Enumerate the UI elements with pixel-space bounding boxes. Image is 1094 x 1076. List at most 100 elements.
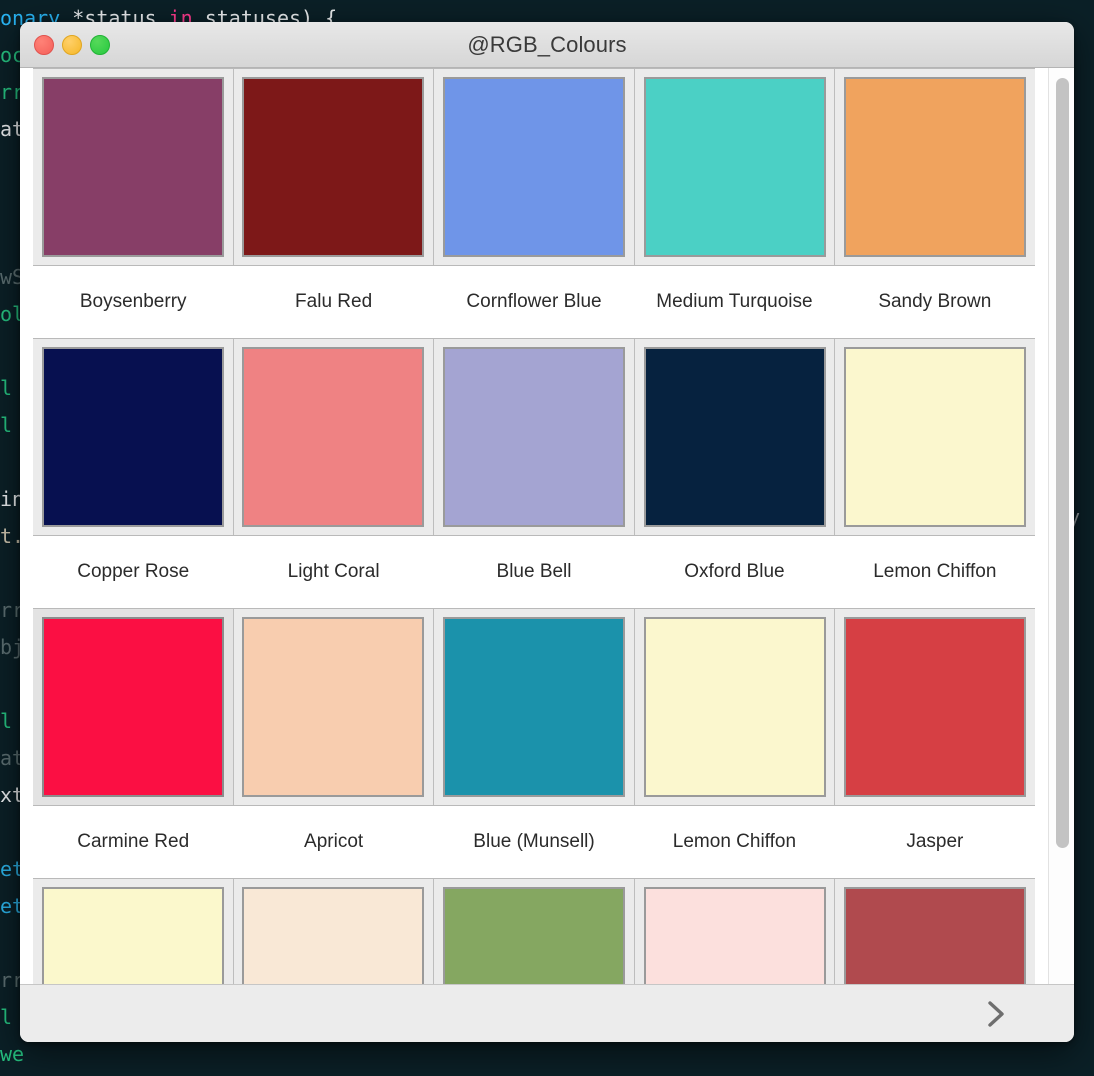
vertical-scrollbar[interactable]	[1048, 68, 1074, 984]
swatch-frame	[242, 347, 425, 527]
swatch-strip	[33, 68, 1035, 266]
colour-swatch[interactable]	[846, 349, 1025, 525]
colour-row: Copper Rose Light Coral Blue Bell Oxford Bl…	[33, 338, 1035, 608]
colour-label: Boysenberry	[79, 291, 187, 312]
colour-swatch[interactable]	[846, 889, 1025, 984]
colour-swatch[interactable]	[244, 79, 423, 255]
colour-cell[interactable]	[634, 609, 836, 805]
colour-swatch[interactable]	[244, 889, 423, 984]
colour-swatch[interactable]	[645, 79, 824, 255]
colour-label: Falu Red	[295, 291, 373, 312]
colour-swatch[interactable]	[444, 79, 623, 255]
colour-row: Carmine Red Apricot Blue (Munsell) Lemon Ch…	[33, 608, 1035, 878]
window-title: @RGB_Colours	[467, 31, 627, 57]
swatch-frame	[442, 77, 625, 257]
chevron-right-icon	[983, 999, 1009, 1029]
swatch-frame	[643, 347, 826, 527]
label-strip: Boysenberry Falu Red Cornflower Blue Medium…	[33, 266, 1035, 338]
colour-cell[interactable]	[835, 879, 1035, 984]
next-page-button[interactable]	[976, 994, 1016, 1034]
swatch-frame	[643, 887, 826, 984]
swatch-frame	[41, 77, 224, 257]
colour-swatch[interactable]	[846, 619, 1025, 795]
colour-cell[interactable]	[233, 609, 435, 805]
window-content: Boysenberry Falu Red Cornflower Blue Medium…	[20, 68, 1074, 984]
desktop-background: onary *status in statuses) {oc rr at wS ol l l…	[0, 0, 1094, 1076]
colour-cell[interactable]	[434, 879, 635, 984]
swatch-frame	[41, 887, 224, 984]
colour-cell[interactable]	[33, 609, 234, 805]
colour-cell[interactable]	[835, 69, 1035, 265]
colour-swatch[interactable]	[444, 349, 623, 525]
colour-label: Sandy Brown	[878, 291, 992, 312]
swatch-frame	[844, 617, 1027, 797]
colour-cell[interactable]	[634, 339, 836, 535]
rgb-colours-window: @RGB_Colours Boysenberry Falu Red Cornflow…	[20, 22, 1074, 1042]
colour-swatch[interactable]	[645, 349, 824, 525]
swatch-frame	[442, 887, 625, 984]
colour-swatch[interactable]	[43, 349, 222, 525]
colour-grid: Boysenberry Falu Red Cornflower Blue Medium…	[20, 68, 1048, 984]
colour-label: Medium Turquoise	[656, 291, 813, 312]
label-strip: Copper Rose Light Coral Blue Bell Oxford Bl…	[33, 536, 1035, 608]
colour-cell[interactable]	[434, 609, 635, 805]
window-titlebar[interactable]: @RGB_Colours	[20, 22, 1074, 68]
colour-label: Light Coral	[287, 561, 380, 582]
colour-swatch[interactable]	[846, 79, 1025, 255]
colour-row: Boysenberry Falu Red Cornflower Blue Medium…	[33, 68, 1035, 338]
colour-cell[interactable]	[634, 879, 836, 984]
minimize-button[interactable]	[62, 34, 82, 55]
swatch-frame	[242, 617, 425, 797]
colour-cell[interactable]	[434, 339, 635, 535]
swatch-frame	[41, 347, 224, 527]
colour-swatch[interactable]	[444, 889, 623, 984]
label-strip: Carmine Red Apricot Blue (Munsell) Lemon Ch…	[33, 806, 1035, 878]
colour-swatch[interactable]	[645, 889, 824, 984]
colour-label: Copper Rose	[77, 561, 190, 582]
colour-row	[33, 878, 1035, 984]
colour-swatch[interactable]	[244, 349, 423, 525]
swatch-strip	[33, 608, 1035, 806]
colour-cell[interactable]	[434, 69, 635, 265]
colour-cell[interactable]	[835, 609, 1035, 805]
colour-swatch[interactable]	[43, 79, 222, 255]
swatch-strip	[33, 878, 1035, 984]
colour-label: Jasper	[906, 831, 964, 852]
colour-swatch[interactable]	[444, 619, 623, 795]
colour-cell[interactable]	[233, 339, 435, 535]
swatch-frame	[242, 887, 425, 984]
colour-label: Cornflower Blue	[466, 291, 602, 312]
window-bottom-bar	[20, 984, 1074, 1042]
colour-cell[interactable]	[233, 879, 435, 984]
colour-label: Blue (Munsell)	[473, 831, 595, 852]
maximize-button[interactable]	[90, 34, 110, 55]
colour-swatch[interactable]	[244, 619, 423, 795]
swatch-frame	[844, 347, 1027, 527]
colour-swatch[interactable]	[43, 619, 222, 795]
swatch-frame	[643, 617, 826, 797]
colour-label: Lemon Chiffon	[873, 561, 997, 582]
close-button[interactable]	[34, 34, 54, 55]
colour-label: Blue Bell	[496, 561, 572, 582]
colour-label: Carmine Red	[77, 831, 190, 852]
colour-label: Oxford Blue	[684, 561, 785, 582]
colour-cell[interactable]	[33, 879, 234, 984]
swatch-strip	[33, 338, 1035, 536]
colour-swatch[interactable]	[645, 619, 824, 795]
swatch-frame	[442, 347, 625, 527]
colour-label: Lemon Chiffon	[672, 831, 797, 852]
swatch-frame	[643, 77, 826, 257]
swatch-frame	[242, 77, 425, 257]
scrollbar-thumb[interactable]	[1056, 78, 1069, 848]
swatch-frame	[844, 887, 1027, 984]
swatch-frame	[41, 617, 224, 797]
colour-cell[interactable]	[233, 69, 435, 265]
colour-label: Apricot	[304, 831, 364, 852]
colour-cell[interactable]	[634, 69, 836, 265]
colour-cell[interactable]	[33, 339, 234, 535]
swatch-frame	[844, 77, 1027, 257]
colour-cell[interactable]	[33, 69, 234, 265]
colour-cell[interactable]	[835, 339, 1035, 535]
colour-swatch[interactable]	[43, 889, 222, 984]
swatch-frame	[442, 617, 625, 797]
